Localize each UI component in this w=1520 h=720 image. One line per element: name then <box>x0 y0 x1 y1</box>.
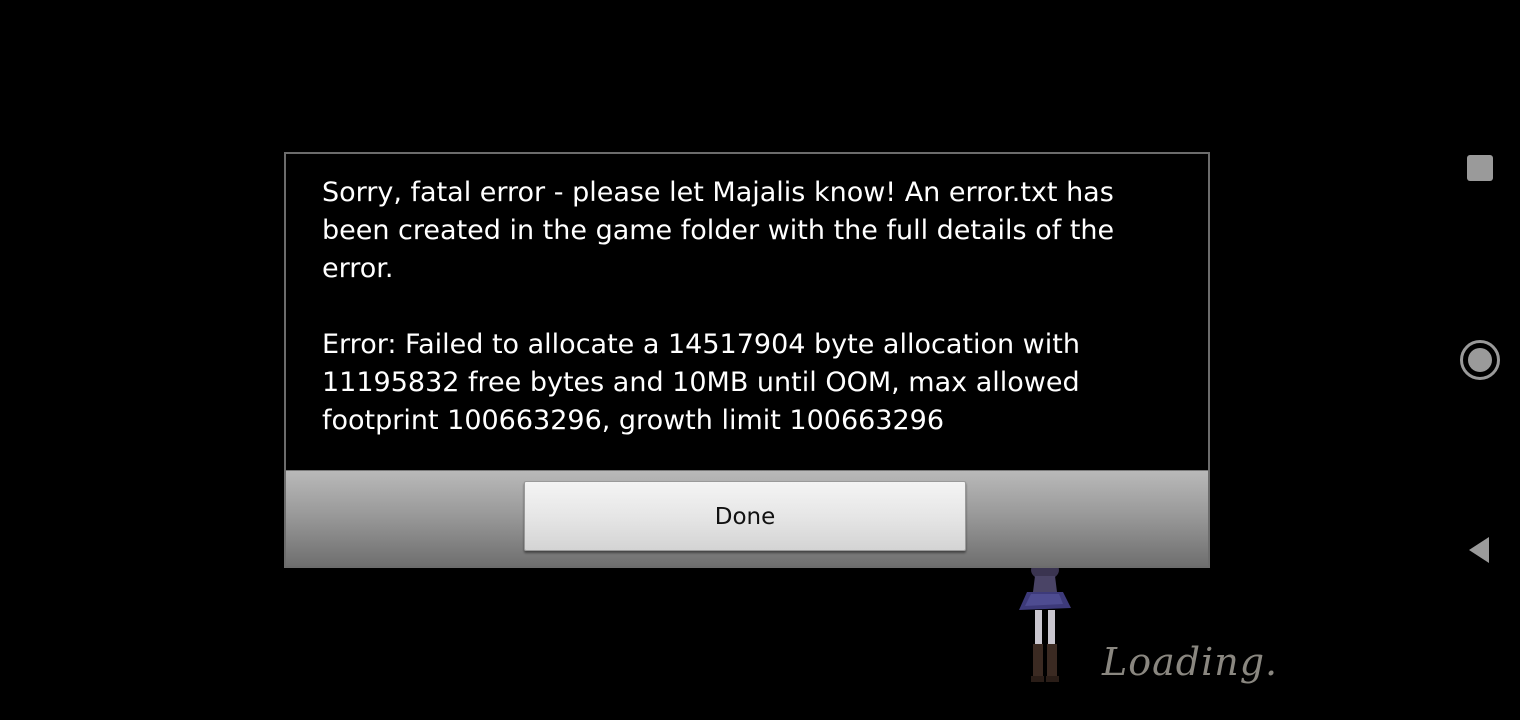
dialog-footer: Done <box>286 470 1208 566</box>
fatal-error-dialog: Sorry, fatal error - please let Majalis … <box>284 152 1210 568</box>
recents-button[interactable] <box>1440 128 1520 208</box>
navigation-bar <box>1440 0 1520 720</box>
character-sprite <box>1019 560 1071 682</box>
dialog-body: Sorry, fatal error - please let Majalis … <box>286 154 1208 470</box>
recents-icon <box>1467 155 1493 181</box>
home-button[interactable] <box>1440 320 1520 400</box>
error-message: Sorry, fatal error - please let Majalis … <box>322 177 1115 436</box>
screen: Loading. Sorry, fatal error - please let… <box>0 0 1520 720</box>
back-icon <box>1469 537 1489 563</box>
loading-text: Loading. <box>1102 640 1279 684</box>
done-button[interactable]: Done <box>524 481 966 551</box>
back-button[interactable] <box>1440 510 1520 590</box>
home-icon <box>1460 340 1500 380</box>
